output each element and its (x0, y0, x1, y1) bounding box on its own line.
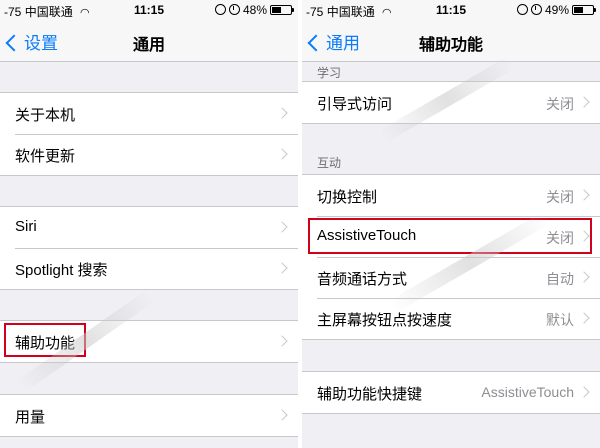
rotation-lock-icon (516, 4, 528, 15)
chevron-right-icon (276, 107, 288, 119)
chevron-right-icon (578, 230, 590, 242)
row-siri[interactable]: Siri (0, 207, 298, 248)
chevron-right-icon (276, 148, 288, 160)
navigation-bar: 设置 通用 (0, 20, 298, 62)
alarm-icon (228, 4, 240, 15)
row-spotlight[interactable]: Spotlight 搜索 (0, 248, 298, 289)
page-title: 辅助功能 (418, 37, 483, 54)
row-usage[interactable]: 用量 (0, 395, 298, 436)
chevron-right-icon (578, 386, 590, 398)
row-label: 引导式访问 (317, 96, 393, 113)
chevron-right-icon (578, 271, 590, 283)
chevron-right-icon (578, 189, 590, 201)
row-value: 关闭 (546, 189, 574, 205)
row-label: Spotlight 搜索 (15, 262, 108, 279)
chevron-right-icon (276, 409, 288, 421)
settings-group: Siri Spotlight 搜索 (0, 206, 298, 290)
row-value: 自动 (546, 271, 574, 287)
settings-group: 用量 (0, 394, 298, 437)
row-label: 主屏幕按钮点按速度 (317, 312, 453, 329)
row-label: 音频通话方式 (317, 271, 408, 288)
row-label: 用量 (15, 409, 46, 426)
row-software-update[interactable]: 软件更新 (0, 134, 298, 175)
battery-percent: 49% (544, 3, 569, 17)
status-bar: -75 中国联通 ◠ 11:15 48% (0, 0, 298, 20)
row-assistivetouch[interactable]: AssistiveTouch 关闭 (302, 216, 600, 257)
status-bar: -75 中国联通 ◠ 11:15 49% (302, 0, 600, 20)
section-header: 学习 (317, 66, 342, 80)
row-accessibility-shortcut[interactable]: 辅助功能快捷键 AssistiveTouch (302, 372, 600, 413)
battery-percent: 48% (242, 3, 267, 17)
accessibility-settings-screen: -75 中国联通 ◠ 11:15 49% 通用 辅助功能 学习 引导式访问 关闭 … (302, 0, 600, 448)
row-about[interactable]: 关于本机 (0, 93, 298, 134)
row-label: 切换控制 (317, 189, 378, 206)
general-settings-screen: -75 中国联通 ◠ 11:15 48% 设置 通用 关于本机 软件更新 Sir… (0, 0, 298, 448)
battery-icon (270, 5, 294, 15)
battery-icon (572, 5, 596, 15)
settings-group: 辅助功能 (0, 320, 298, 363)
row-label: 关于本机 (15, 107, 76, 124)
row-label: Siri (15, 218, 37, 235)
page-title: 通用 (132, 37, 165, 54)
row-home-click-speed[interactable]: 主屏幕按钮点按速度 默认 (302, 298, 600, 339)
row-accessibility[interactable]: 辅助功能 (0, 321, 298, 362)
row-value: 默认 (546, 312, 574, 328)
settings-group: 辅助功能快捷键 AssistiveTouch (302, 371, 600, 414)
chevron-right-icon (276, 335, 288, 347)
row-switch-control[interactable]: 切换控制 关闭 (302, 175, 600, 216)
chevron-right-icon (578, 96, 590, 108)
row-label: 辅助功能快捷键 (317, 386, 423, 403)
alarm-icon (530, 4, 542, 15)
row-value: AssistiveTouch (481, 384, 574, 400)
row-value: 关闭 (546, 230, 574, 246)
settings-group: 切换控制 关闭 AssistiveTouch 关闭 音频通话方式 自动 主屏幕按钮点按… (302, 174, 600, 340)
chevron-right-icon (578, 312, 590, 324)
chevron-right-icon (276, 221, 288, 233)
row-label: 软件更新 (15, 148, 76, 165)
section-header: 互动 (317, 156, 342, 170)
row-value: 关闭 (546, 96, 574, 112)
row-label: AssistiveTouch (317, 227, 417, 244)
settings-group: 关于本机 软件更新 (0, 92, 298, 176)
navigation-bar: 通用 辅助功能 (302, 20, 600, 62)
chevron-right-icon (276, 262, 288, 274)
rotation-lock-icon (214, 4, 226, 15)
